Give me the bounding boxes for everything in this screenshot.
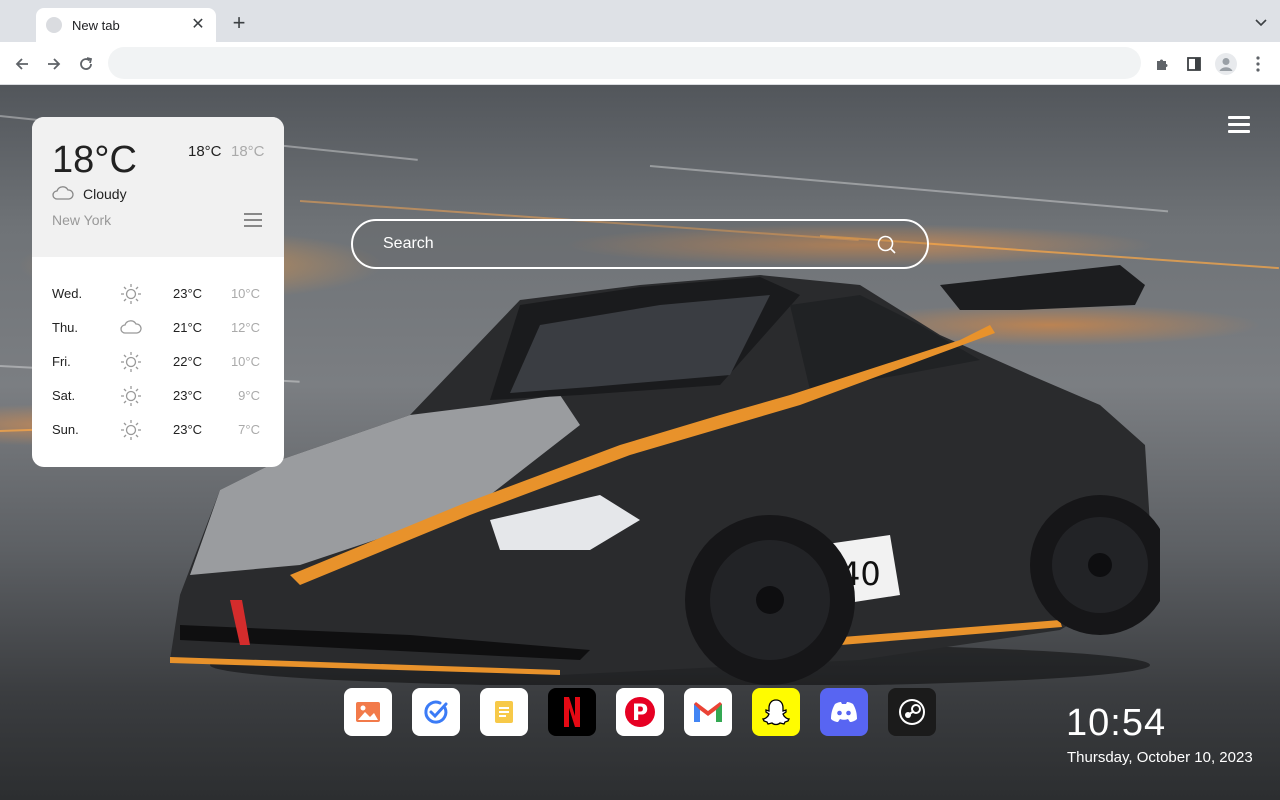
forecast-day: Sat.: [52, 388, 76, 403]
forecast-day: Wed.: [52, 286, 83, 301]
address-bar[interactable]: [108, 47, 1141, 79]
side-panel-icon: [1187, 57, 1201, 71]
back-arrow-icon: [15, 58, 28, 70]
forecast-day: Sun.: [52, 422, 79, 437]
tab-search-chevron-icon[interactable]: [1254, 16, 1268, 30]
page-menu-icon[interactable]: [1228, 116, 1250, 134]
forward-button[interactable]: [42, 52, 66, 76]
svg-text:P: P: [632, 701, 648, 726]
reload-button[interactable]: [74, 52, 98, 76]
sun-icon: [121, 352, 141, 372]
weather-condition: Cloudy: [83, 186, 127, 202]
today-low: 18°C: [231, 143, 265, 160]
gmail-app-icon[interactable]: [684, 688, 732, 736]
sun-icon: [121, 420, 141, 440]
forecast-high: 21°C: [173, 320, 203, 335]
forecast-high: 22°C: [173, 354, 203, 369]
side-panel-button[interactable]: [1182, 52, 1206, 76]
steam-app-icon[interactable]: [888, 688, 936, 736]
forecast-day: Fri.: [52, 354, 71, 369]
forecast-low: 12°C: [230, 320, 260, 335]
forecast-high: 23°C: [173, 388, 203, 403]
sports-car-image: 40: [170, 265, 1160, 685]
sun-icon: [121, 284, 141, 304]
search-icon[interactable]: [877, 235, 897, 255]
today-high: 18°C: [188, 143, 222, 160]
new-tab-page: 40 18°C 18°C 18°C Cloudy New York Wed. 2: [0, 85, 1280, 800]
forecast-row: Sun. 23°C 7°C: [32, 413, 284, 447]
forecast-row: Sat. 23°C 9°C: [32, 379, 284, 413]
forecast-high: 23°C: [173, 422, 203, 437]
photos-app-icon[interactable]: [344, 688, 392, 736]
tab-title: New tab: [72, 17, 120, 33]
cloud-icon: [52, 186, 74, 200]
weather-menu-icon[interactable]: [244, 213, 262, 229]
current-temperature: 18°C: [52, 139, 137, 181]
forecast-low: 9°C: [238, 388, 260, 403]
pinterest-app-icon[interactable]: P: [616, 688, 664, 736]
forecast-low: 10°C: [230, 286, 260, 301]
cloud-icon: [120, 320, 142, 334]
forecast-low: 7°C: [238, 422, 260, 437]
forecast-row: Fri. 22°C 10°C: [32, 345, 284, 379]
tab-new-tab[interactable]: New tab ✕: [36, 8, 216, 42]
tab-close-icon[interactable]: ✕: [190, 17, 206, 33]
forecast-high: 23°C: [173, 286, 203, 301]
discord-app-icon[interactable]: [820, 688, 868, 736]
todo-app-icon[interactable]: [412, 688, 460, 736]
forecast-low: 10°C: [230, 354, 260, 369]
weather-city[interactable]: New York: [52, 212, 111, 228]
forward-arrow-icon: [48, 58, 61, 70]
sun-icon: [121, 386, 141, 406]
new-tab-button[interactable]: +: [228, 12, 250, 35]
netflix-app-icon[interactable]: [548, 688, 596, 736]
search-input[interactable]: [383, 221, 873, 267]
clock-time: 10:54: [1066, 702, 1167, 744]
forecast-row: Thu. 21°C 12°C: [32, 311, 284, 345]
browser-toolbar: [0, 42, 1280, 85]
app-dock: P: [344, 688, 936, 736]
tab-strip: New tab ✕ +: [0, 0, 1280, 42]
forecast-row: Wed. 23°C 10°C: [32, 277, 284, 311]
clock-date: Thursday, October 10, 2023: [1067, 749, 1253, 766]
weather-widget: 18°C 18°C 18°C Cloudy New York Wed. 23°C…: [32, 117, 284, 467]
avatar-icon: [1215, 53, 1237, 75]
snapchat-app-icon[interactable]: [752, 688, 800, 736]
reload-icon: [80, 57, 93, 70]
kebab-menu-icon: [1256, 56, 1260, 72]
profile-button[interactable]: [1214, 52, 1238, 76]
tab-favicon-icon: [46, 17, 62, 33]
weather-current: 18°C 18°C 18°C Cloudy New York: [32, 117, 284, 257]
extensions-button[interactable]: [1150, 52, 1174, 76]
menu-button[interactable]: [1246, 52, 1270, 76]
back-button[interactable]: [10, 52, 34, 76]
puzzle-icon: [1157, 59, 1168, 70]
notes-app-icon[interactable]: [480, 688, 528, 736]
search-box[interactable]: [351, 219, 929, 269]
forecast-day: Thu.: [52, 320, 79, 335]
